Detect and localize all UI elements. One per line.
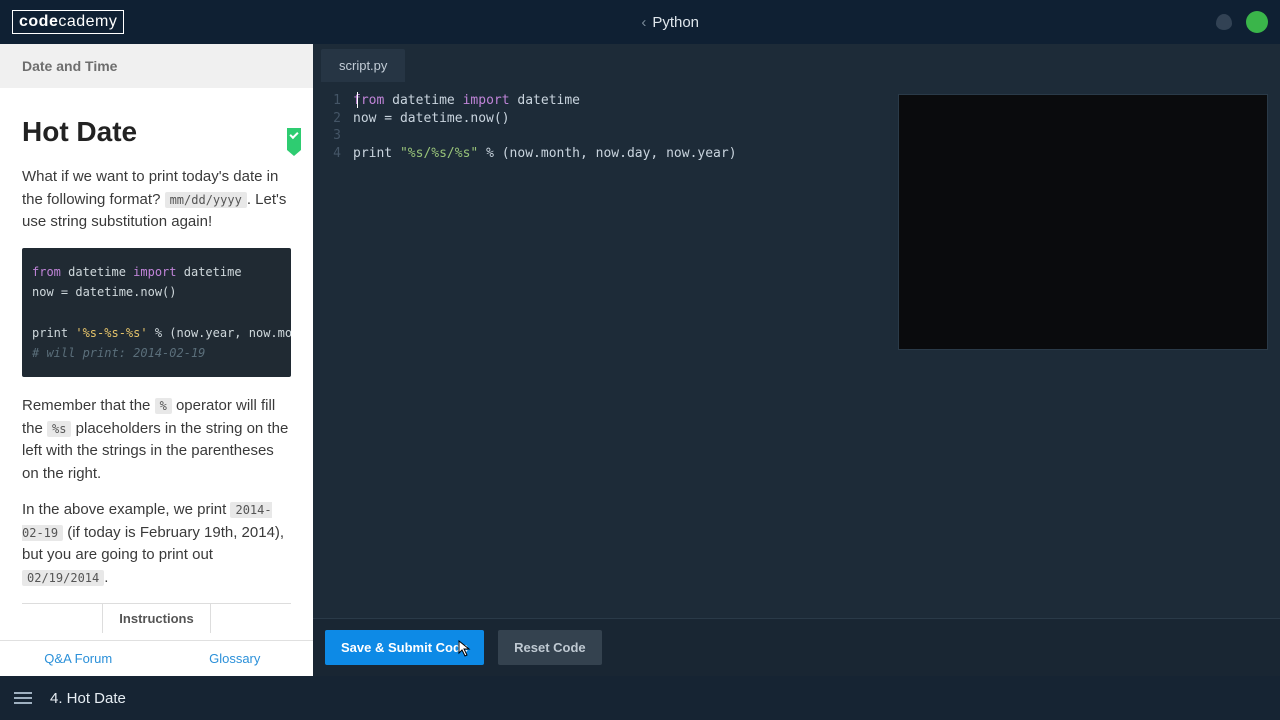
example-code-block: from datetime import datetime now = date… bbox=[22, 248, 291, 378]
line-number: 1 bbox=[313, 92, 353, 110]
save-submit-button[interactable]: Save & Submit Code bbox=[325, 630, 484, 665]
main-area: Date and Time Hot Date What if we want t… bbox=[0, 44, 1280, 676]
lesson-body: Hot Date What if we want to print today'… bbox=[0, 88, 313, 640]
code-editor[interactable]: 1from datetime import datetime 2now = da… bbox=[313, 82, 1280, 618]
top-bar: codecademy ‹Python bbox=[0, 0, 1280, 44]
menu-icon[interactable] bbox=[14, 692, 32, 704]
logo[interactable]: codecademy bbox=[12, 10, 124, 34]
lesson-panel: Date and Time Hot Date What if we want t… bbox=[0, 44, 313, 676]
inline-code: mm/dd/yyyy bbox=[165, 192, 247, 208]
lesson-paragraph: In the above example, we print 2014-02-1… bbox=[22, 499, 291, 589]
reset-code-button[interactable]: Reset Code bbox=[498, 630, 602, 665]
lesson-section-header: Date and Time bbox=[0, 44, 313, 88]
editor-tabs: script.py bbox=[313, 44, 1280, 82]
file-tab[interactable]: script.py bbox=[321, 49, 405, 82]
instructions-tab[interactable]: Instructions bbox=[102, 603, 210, 633]
course-breadcrumb[interactable]: ‹Python bbox=[124, 14, 1216, 31]
bookmark-complete-icon bbox=[287, 128, 301, 150]
instructions-tab-bar: Instructions bbox=[22, 603, 291, 634]
lesson-paragraph: Remember that the % operator will fill t… bbox=[22, 395, 291, 485]
line-number: 4 bbox=[313, 145, 353, 163]
line-number: 3 bbox=[313, 127, 353, 145]
line-number: 2 bbox=[313, 110, 353, 128]
terminal-panel[interactable] bbox=[898, 94, 1268, 350]
avatar[interactable] bbox=[1246, 11, 1268, 33]
bottom-bar: 4. Hot Date bbox=[0, 676, 1280, 720]
text-cursor bbox=[357, 92, 358, 108]
lesson-footer: Q&A Forum Glossary bbox=[0, 640, 313, 676]
glossary-link[interactable]: Glossary bbox=[157, 641, 314, 676]
lesson-intro: What if we want to print today's date in… bbox=[22, 166, 291, 234]
action-bar: Save & Submit Code Reset Code bbox=[313, 618, 1280, 676]
chevron-left-icon: ‹ bbox=[641, 14, 646, 31]
qa-forum-link[interactable]: Q&A Forum bbox=[0, 641, 157, 676]
workspace: script.py 1from datetime import datetime… bbox=[313, 44, 1280, 676]
lesson-title: Hot Date bbox=[22, 116, 291, 148]
bell-icon[interactable] bbox=[1216, 14, 1232, 30]
step-label[interactable]: 4. Hot Date bbox=[50, 690, 126, 707]
